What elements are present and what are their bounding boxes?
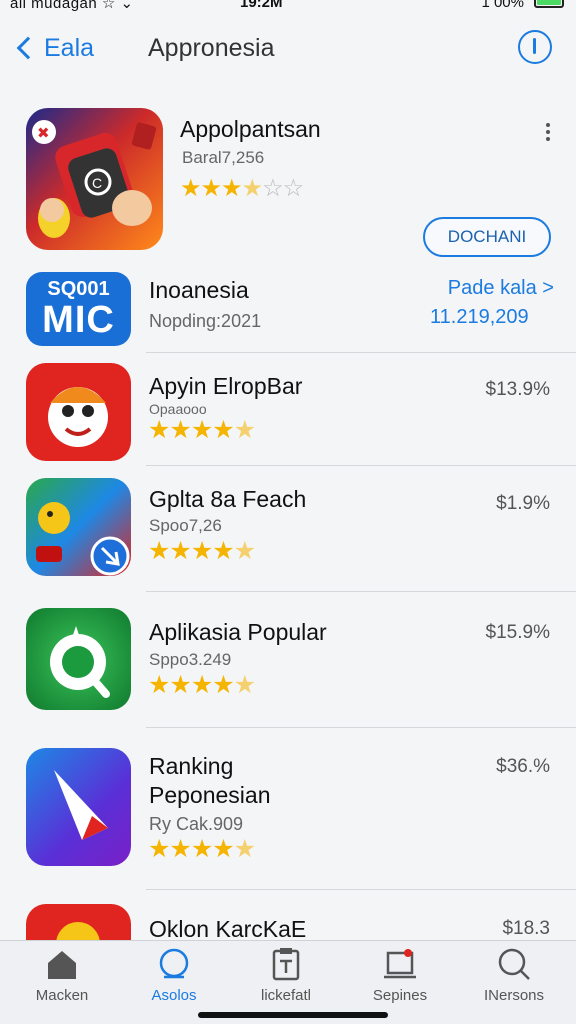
app-name: Apyin ElropBar [149, 373, 303, 399]
promo-badge-top: SQ001 [47, 278, 110, 300]
app-row[interactable]: Gplta 8a Feach Spoo7,26 ★★★★★ $1.9% [0, 466, 576, 592]
app-icon-search [26, 608, 131, 710]
tab-clipboard[interactable]: lickefatl [236, 947, 336, 1004]
app-icon-partial [26, 904, 131, 940]
tab-label: INersons [483, 987, 545, 1004]
see-all-link[interactable]: Pade kala > [448, 277, 554, 300]
tab-search[interactable]: INersons [464, 947, 564, 1004]
tab-label: Sepines [372, 987, 428, 1004]
app-icon-mascot [26, 363, 131, 461]
tab-apps[interactable]: Asolos [124, 947, 224, 1004]
star-icon: ★ [180, 175, 201, 202]
nav-bar: Eala Appronesia [0, 22, 576, 74]
featured-app-icon: C ✖ [26, 108, 163, 250]
page-title: Appronesia [148, 34, 275, 62]
featured-rating: ★★★★☆☆ [180, 174, 304, 203]
app-icon-chick [26, 478, 131, 576]
battery-percentage: 1 00% [481, 0, 524, 11]
home-indicator[interactable] [198, 1012, 388, 1018]
app-name: Gplta 8a Feach [149, 486, 307, 512]
tab-home[interactable]: Macken [12, 947, 112, 1004]
clipboard-icon [268, 947, 304, 981]
app-subtitle: Spoo7,26 [149, 516, 222, 535]
featured-app-name: Appolpantsan [180, 116, 321, 142]
app-name-line2: Peponesian [149, 782, 271, 808]
tab-label: Asolos [151, 987, 197, 1004]
app-row[interactable]: Ranking Peponesian Ry Cak.909 ★★★★★ $36.… [0, 728, 576, 890]
promo-title: Inoanesia [149, 277, 249, 303]
promo-badge-icon: SQ001 MIC [26, 272, 131, 346]
svg-text:✖: ✖ [37, 125, 50, 142]
app-rating: ★★★★★ [148, 835, 256, 863]
status-time: 19:2M [240, 0, 283, 11]
battery-icon [534, 0, 564, 8]
app-name-line1: Ranking [149, 753, 234, 779]
app-price[interactable]: $13.9% [486, 379, 550, 401]
app-row[interactable]: Oklon KarcKaE $18.3 [0, 890, 576, 940]
app-subtitle: Sppo3.249 [149, 650, 232, 669]
tab-label: Macken [35, 987, 89, 1004]
promo-subtitle: Nopding:2021 [149, 311, 262, 331]
app-price[interactable]: $36.% [496, 756, 550, 778]
back-label: Eala [44, 33, 95, 62]
app-price[interactable]: $15.9% [486, 622, 550, 644]
app-icon-play [26, 748, 131, 866]
carrier-label: all mudagan ☆ ⌄ [10, 0, 134, 12]
home-icon [44, 947, 80, 981]
app-price[interactable]: $1.9% [496, 493, 550, 515]
app-row[interactable]: Aplikasia Popular Sppo3.249 ★★★★★ $15.9% [0, 592, 576, 728]
chevron-left-icon [16, 36, 40, 60]
search-icon [496, 947, 532, 981]
featured-app-subtitle: Baral7,256 [182, 148, 265, 167]
more-options-button[interactable] [544, 120, 552, 142]
status-bar: all mudagan ☆ ⌄ 19:2M 1 00% [0, 0, 576, 14]
star-icon: ★ [200, 175, 222, 202]
promo-badge-main: MIC [42, 299, 115, 341]
download-button[interactable]: DOCHANI [423, 217, 551, 257]
app-rating: ★★★★★ [148, 416, 256, 444]
star-empty-icon: ☆ [282, 175, 304, 202]
star-empty-icon: ☆ [262, 175, 283, 202]
app-rating: ★★★★★ [148, 537, 256, 565]
tab-label: lickefatl [260, 987, 312, 1004]
app-subtitle: Ry Cak.909 [149, 814, 244, 834]
back-button[interactable]: Eala [12, 30, 94, 66]
promo-count: 11.219,209 [430, 306, 529, 328]
app-row[interactable]: Apyin ElropBar Opaaooo ★★★★★ $13.9% [0, 353, 576, 466]
app-rating: ★★★★★ [148, 671, 256, 699]
star-icon: ★ [221, 175, 242, 202]
app-name: Oklon KarcKaE [149, 916, 307, 940]
apps-icon [156, 947, 192, 981]
svg-text:C: C [92, 175, 102, 191]
app-name: Aplikasia Popular [149, 619, 327, 645]
info-button[interactable] [518, 30, 552, 64]
featured-app-card[interactable]: C ✖ Appolpantsan Baral7,256 ★★★★☆☆ DOCHA… [0, 100, 576, 260]
app-price[interactable]: $18.3 [502, 918, 550, 940]
tray-icon [382, 947, 418, 981]
star-half-icon: ★ [241, 175, 263, 202]
tab-tray[interactable]: Sepines [350, 947, 450, 1004]
